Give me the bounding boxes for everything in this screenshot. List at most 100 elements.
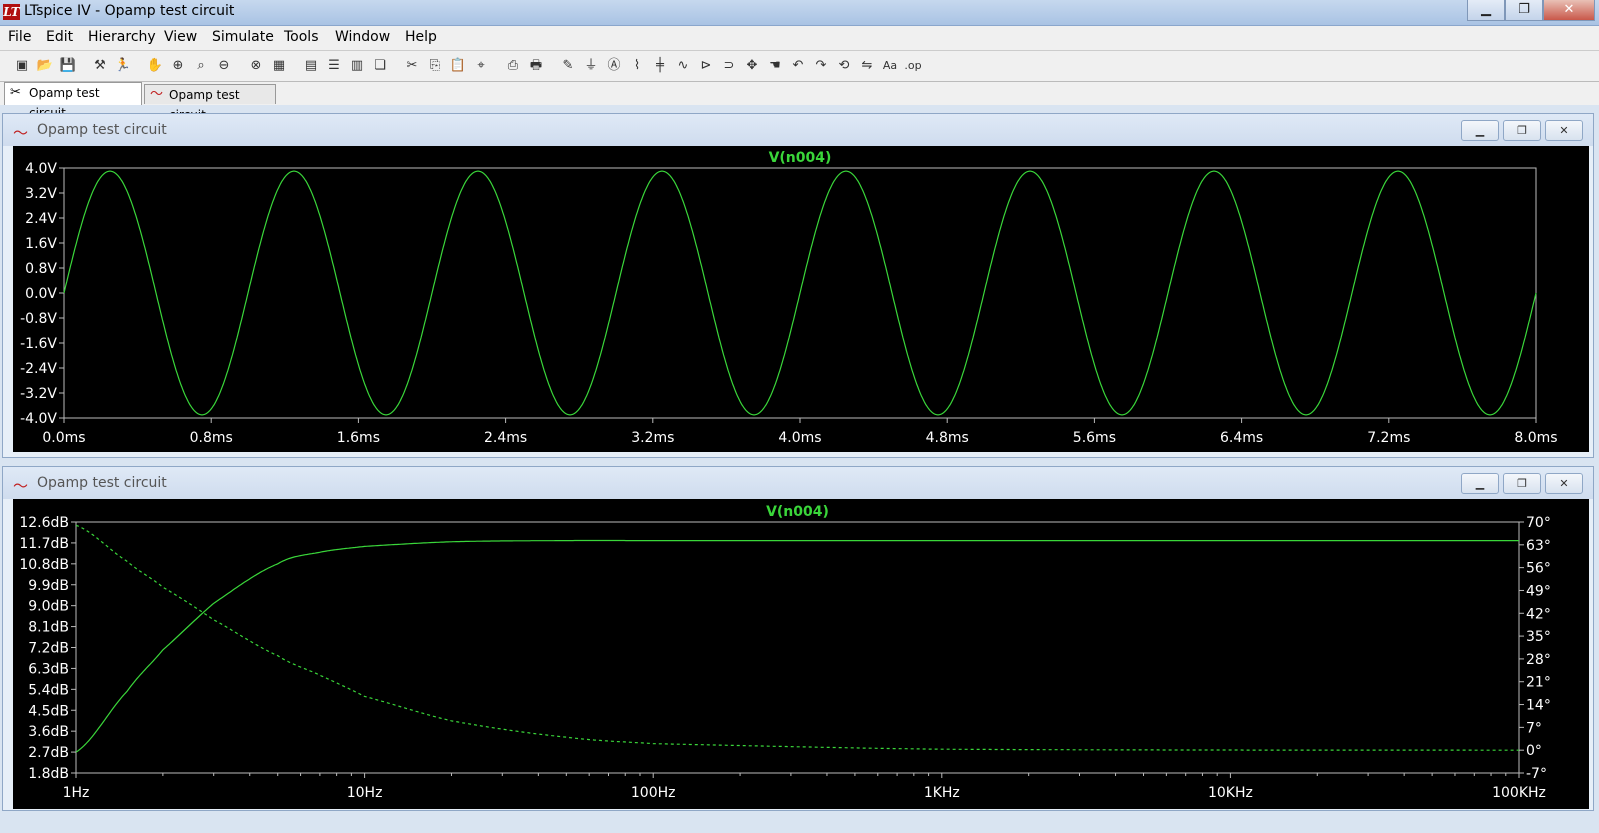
- x-tick-label: 8.0ms: [1514, 430, 1557, 446]
- trace-label: V(n004): [769, 150, 832, 166]
- tab-waveform[interactable]: 〜 Opamp test circuit: [144, 84, 276, 122]
- control-panel-icon[interactable]: ⚒: [90, 56, 110, 76]
- spice-directive-icon[interactable]: .op: [903, 56, 923, 76]
- waveform-pane-ac: 〜 Opamp test circuit ▁ ❐ ✕ V(n004) 12.6dB…: [2, 466, 1594, 811]
- menu-edit[interactable]: Edit: [46, 29, 73, 45]
- autorange-icon[interactable]: ▦: [269, 56, 289, 76]
- y-tick-label: 2.7dB: [28, 745, 69, 761]
- zoom-fit-icon[interactable]: ⊗: [246, 56, 266, 76]
- title-bar: LT LTspice IV - Opamp test circuit ▁ ❐ ✕: [0, 0, 1599, 26]
- y2-tick-label: 42°: [1526, 606, 1551, 622]
- y-tick-label: -2.4V: [20, 361, 57, 377]
- tab-schematic[interactable]: ✂ Opamp test circuit: [4, 82, 142, 120]
- maximize-button[interactable]: ❐: [1505, 0, 1543, 21]
- y-tick-label: 10.8dB: [19, 557, 69, 573]
- menu-hierarchy[interactable]: Hierarchy: [88, 29, 156, 45]
- find-icon[interactable]: ⌖: [471, 56, 491, 76]
- mirror-icon[interactable]: ⇋: [857, 56, 877, 76]
- drag-icon[interactable]: ☚: [765, 56, 785, 76]
- pane-close-button[interactable]: ✕: [1545, 120, 1583, 141]
- grid-icon[interactable]: ▤: [301, 56, 321, 76]
- copy-icon[interactable]: ⎘: [425, 56, 445, 76]
- toolbar: ▣ 📂 💾 ⚒ 🏃 ✋ ⊕ ⌕ ⊖ ⊗ ▦ ▤ ☰ ▥ ❏ ✂ ⎘ 📋 ⌖ ⎙ 🖶 ✎ ⏚ Ⓐ ⌇ ╪ ∿ ⊳ ⊃ ✥ ☚ ↶ ↷ ⟲ ⇋ Aa .op: [0, 51, 1599, 82]
- y-tick-label: 4.0V: [25, 161, 57, 177]
- new-schematic-icon[interactable]: ▣: [12, 56, 32, 76]
- x-tick-label: 1.6ms: [337, 430, 380, 446]
- resistor-icon[interactable]: ⌇: [627, 56, 647, 76]
- y-tick-label: 3.6dB: [28, 724, 69, 740]
- menu-help[interactable]: Help: [405, 29, 437, 45]
- rotate-icon[interactable]: ⟲: [834, 56, 854, 76]
- trace-label: V(n004): [766, 504, 829, 520]
- x-tick-label: 100Hz: [631, 785, 676, 801]
- pane-minimize-button[interactable]: ▁: [1461, 473, 1499, 494]
- redo-icon[interactable]: ↷: [811, 56, 831, 76]
- close-button[interactable]: ✕: [1543, 0, 1595, 21]
- y-tick-label: 9.9dB: [28, 578, 69, 594]
- ac-chart[interactable]: V(n004) 12.6dB 11.7dB 10.8dB 9.9dB 9.0dB 8.1dB…: [13, 499, 1589, 809]
- pane-restore-button[interactable]: ❐: [1503, 473, 1541, 494]
- y-tick-label: 4.5dB: [28, 703, 69, 719]
- print-preview-icon[interactable]: ⎙: [503, 56, 523, 76]
- ground-icon[interactable]: ⏚: [581, 56, 601, 76]
- y2-tick-label: 35°: [1526, 629, 1551, 645]
- pane-header: 〜 Opamp test circuit ▁ ❐ ✕: [3, 467, 1593, 499]
- diode-icon[interactable]: ⊳: [696, 56, 716, 76]
- y2-tick-label: 70°: [1526, 515, 1551, 531]
- y-tick-label: -4.0V: [20, 411, 57, 427]
- x-tick-label: 100KHz: [1492, 785, 1546, 801]
- tile-vertical-icon[interactable]: ▥: [347, 56, 367, 76]
- y-tick-label: 2.4V: [25, 211, 57, 227]
- run-icon[interactable]: 🏃: [113, 56, 133, 76]
- minimize-button[interactable]: ▁: [1467, 0, 1505, 21]
- plot-area-transient[interactable]: V(n004) 4.0V 3.2V 2.4V 1.6V 0.8V 0.0V -0.8V -1.6…: [13, 146, 1589, 452]
- menu-view[interactable]: View: [164, 29, 197, 45]
- x-tick-label: 0.0ms: [42, 430, 85, 446]
- x-tick-label: 0.8ms: [190, 430, 233, 446]
- y-tick-label: 1.8dB: [28, 766, 69, 782]
- y-tick-label: -3.2V: [20, 386, 57, 402]
- inductor-icon[interactable]: ∿: [673, 56, 693, 76]
- y2-tick-label: 7°: [1526, 720, 1542, 736]
- print-icon[interactable]: 🖶: [526, 56, 546, 76]
- menu-tools[interactable]: Tools: [284, 29, 319, 45]
- x-tick-label: 1Hz: [63, 785, 90, 801]
- plot-frame: [75, 521, 1520, 774]
- y2-tick-label: 63°: [1526, 538, 1551, 554]
- cut-icon[interactable]: ✂: [402, 56, 422, 76]
- move-icon[interactable]: ✥: [742, 56, 762, 76]
- window-title: LTspice IV - Opamp test circuit: [24, 3, 235, 19]
- waveform-icon: 〜: [13, 124, 29, 142]
- component-icon[interactable]: ⊃: [719, 56, 739, 76]
- menu-simulate[interactable]: Simulate: [212, 29, 274, 45]
- cascade-icon[interactable]: ❏: [370, 56, 390, 76]
- text-icon[interactable]: Aa: [880, 56, 900, 76]
- halt-icon[interactable]: ✋: [145, 56, 165, 76]
- pane-minimize-button[interactable]: ▁: [1461, 120, 1499, 141]
- menu-file[interactable]: File: [8, 29, 31, 45]
- pane-restore-button[interactable]: ❐: [1503, 120, 1541, 141]
- zoom-out-icon[interactable]: ⊖: [214, 56, 234, 76]
- schematic-icon: ✂: [10, 85, 21, 100]
- label-icon[interactable]: Ⓐ: [604, 56, 624, 76]
- pane-close-button[interactable]: ✕: [1545, 473, 1583, 494]
- transient-chart[interactable]: V(n004) 4.0V 3.2V 2.4V 1.6V 0.8V 0.0V -0.8V -1.6…: [13, 146, 1589, 452]
- menu-window[interactable]: Window: [335, 29, 390, 45]
- paste-icon[interactable]: 📋: [448, 56, 468, 76]
- zoom-in-icon[interactable]: ⊕: [168, 56, 188, 76]
- tile-horizontal-icon[interactable]: ☰: [324, 56, 344, 76]
- tab-strip: ✂ Opamp test circuit 〜 Opamp test circui…: [0, 82, 1599, 122]
- waveform-icon: 〜: [150, 87, 164, 102]
- capacitor-icon[interactable]: ╪: [650, 56, 670, 76]
- wire-icon[interactable]: ✎: [558, 56, 578, 76]
- open-icon[interactable]: 📂: [35, 56, 55, 76]
- undo-icon[interactable]: ↶: [788, 56, 808, 76]
- y-tick-label: -1.6V: [20, 336, 57, 352]
- y-tick-label: -0.8V: [20, 311, 57, 327]
- save-icon[interactable]: 💾: [58, 56, 78, 76]
- pan-icon[interactable]: ⌕: [191, 56, 211, 76]
- y2-tick-label: 56°: [1526, 561, 1551, 577]
- y2-tick-label: -7°: [1526, 766, 1547, 782]
- plot-area-ac[interactable]: V(n004) 12.6dB 11.7dB 10.8dB 9.9dB 9.0dB 8.1dB…: [13, 499, 1589, 809]
- x-tick-label: 2.4ms: [484, 430, 527, 446]
